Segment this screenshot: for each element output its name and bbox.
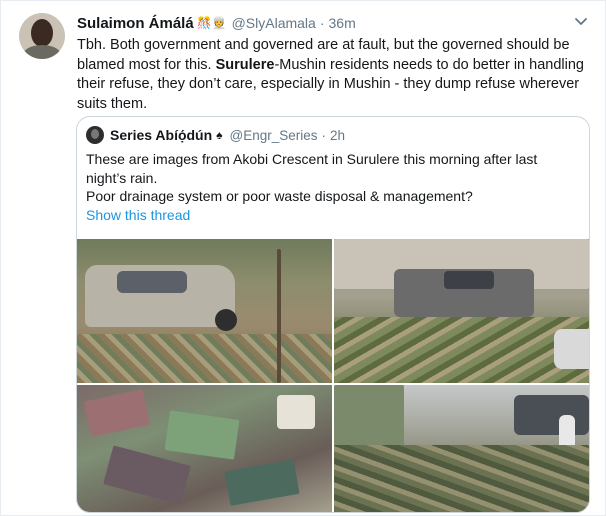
- waste-layer: [77, 334, 332, 383]
- waste-layer: [334, 317, 589, 383]
- tweet-text-bold: Surulere: [215, 56, 275, 73]
- waste-piece: [164, 410, 240, 460]
- car-window: [117, 271, 187, 293]
- tweet-time[interactable]: 36m: [329, 15, 356, 31]
- quoted-separator-dot: ·: [321, 127, 327, 143]
- waste-layer: [334, 445, 589, 512]
- waste-piece: [224, 459, 300, 506]
- pole: [277, 249, 281, 383]
- parked-car: [514, 395, 589, 435]
- car-wheel: [215, 309, 237, 331]
- white-car: [554, 329, 589, 369]
- quoted-text-line-2: Poor drainage system or poor waste dispo…: [86, 188, 473, 204]
- quoted-avatar-face: [91, 129, 99, 139]
- photo-car-in-flooded-waste[interactable]: [77, 239, 332, 383]
- avatar-face: [31, 19, 53, 47]
- author-name[interactable]: Sulaimon Ámálá: [77, 15, 194, 32]
- quoted-time[interactable]: 2h: [330, 128, 345, 143]
- show-thread-link[interactable]: Show this thread: [86, 207, 190, 223]
- chevron-down-icon[interactable]: [573, 13, 589, 29]
- quoted-header: Series Abíọ́dún ♠ @Engr_Series · 2h: [110, 125, 345, 145]
- photo-street-covered-in-waste[interactable]: [334, 385, 589, 512]
- avatar[interactable]: [19, 13, 65, 59]
- photo-pickup-truck-in-waste[interactable]: [334, 239, 589, 383]
- avatar-shirt: [23, 45, 61, 59]
- quoted-text-line-1: These are images from Akobi Crescent in …: [86, 151, 538, 186]
- author-emoji: 🎊👳: [196, 16, 227, 30]
- author-handle[interactable]: @SlyAlamala: [232, 15, 316, 31]
- photo-plastic-waste-closeup[interactable]: [77, 385, 332, 512]
- quoted-text: These are images from Akobi Crescent in …: [86, 150, 581, 206]
- quoted-tweet[interactable]: Series Abíọ́dún ♠ @Engr_Series · 2h Thes…: [76, 116, 590, 513]
- waste-piece: [103, 445, 191, 505]
- foam-container: [277, 395, 315, 429]
- quoted-avatar[interactable]: [86, 126, 104, 144]
- tweet-header: Sulaimon Ámálá 🎊👳 @SlyAlamala · 36m: [77, 12, 356, 34]
- tweet-card[interactable]: Sulaimon Ámálá 🎊👳 @SlyAlamala · 36m Tbh.…: [0, 0, 606, 516]
- tweet-text: Tbh. Both government and governed are at…: [77, 36, 587, 114]
- truck-window: [444, 271, 494, 289]
- separator-dot: ·: [319, 15, 325, 31]
- waste-piece: [83, 389, 151, 437]
- quoted-author-name[interactable]: Series Abíọ́dún: [110, 127, 212, 143]
- spade-icon: ♠: [216, 128, 223, 142]
- quoted-author-handle[interactable]: @Engr_Series: [230, 128, 318, 143]
